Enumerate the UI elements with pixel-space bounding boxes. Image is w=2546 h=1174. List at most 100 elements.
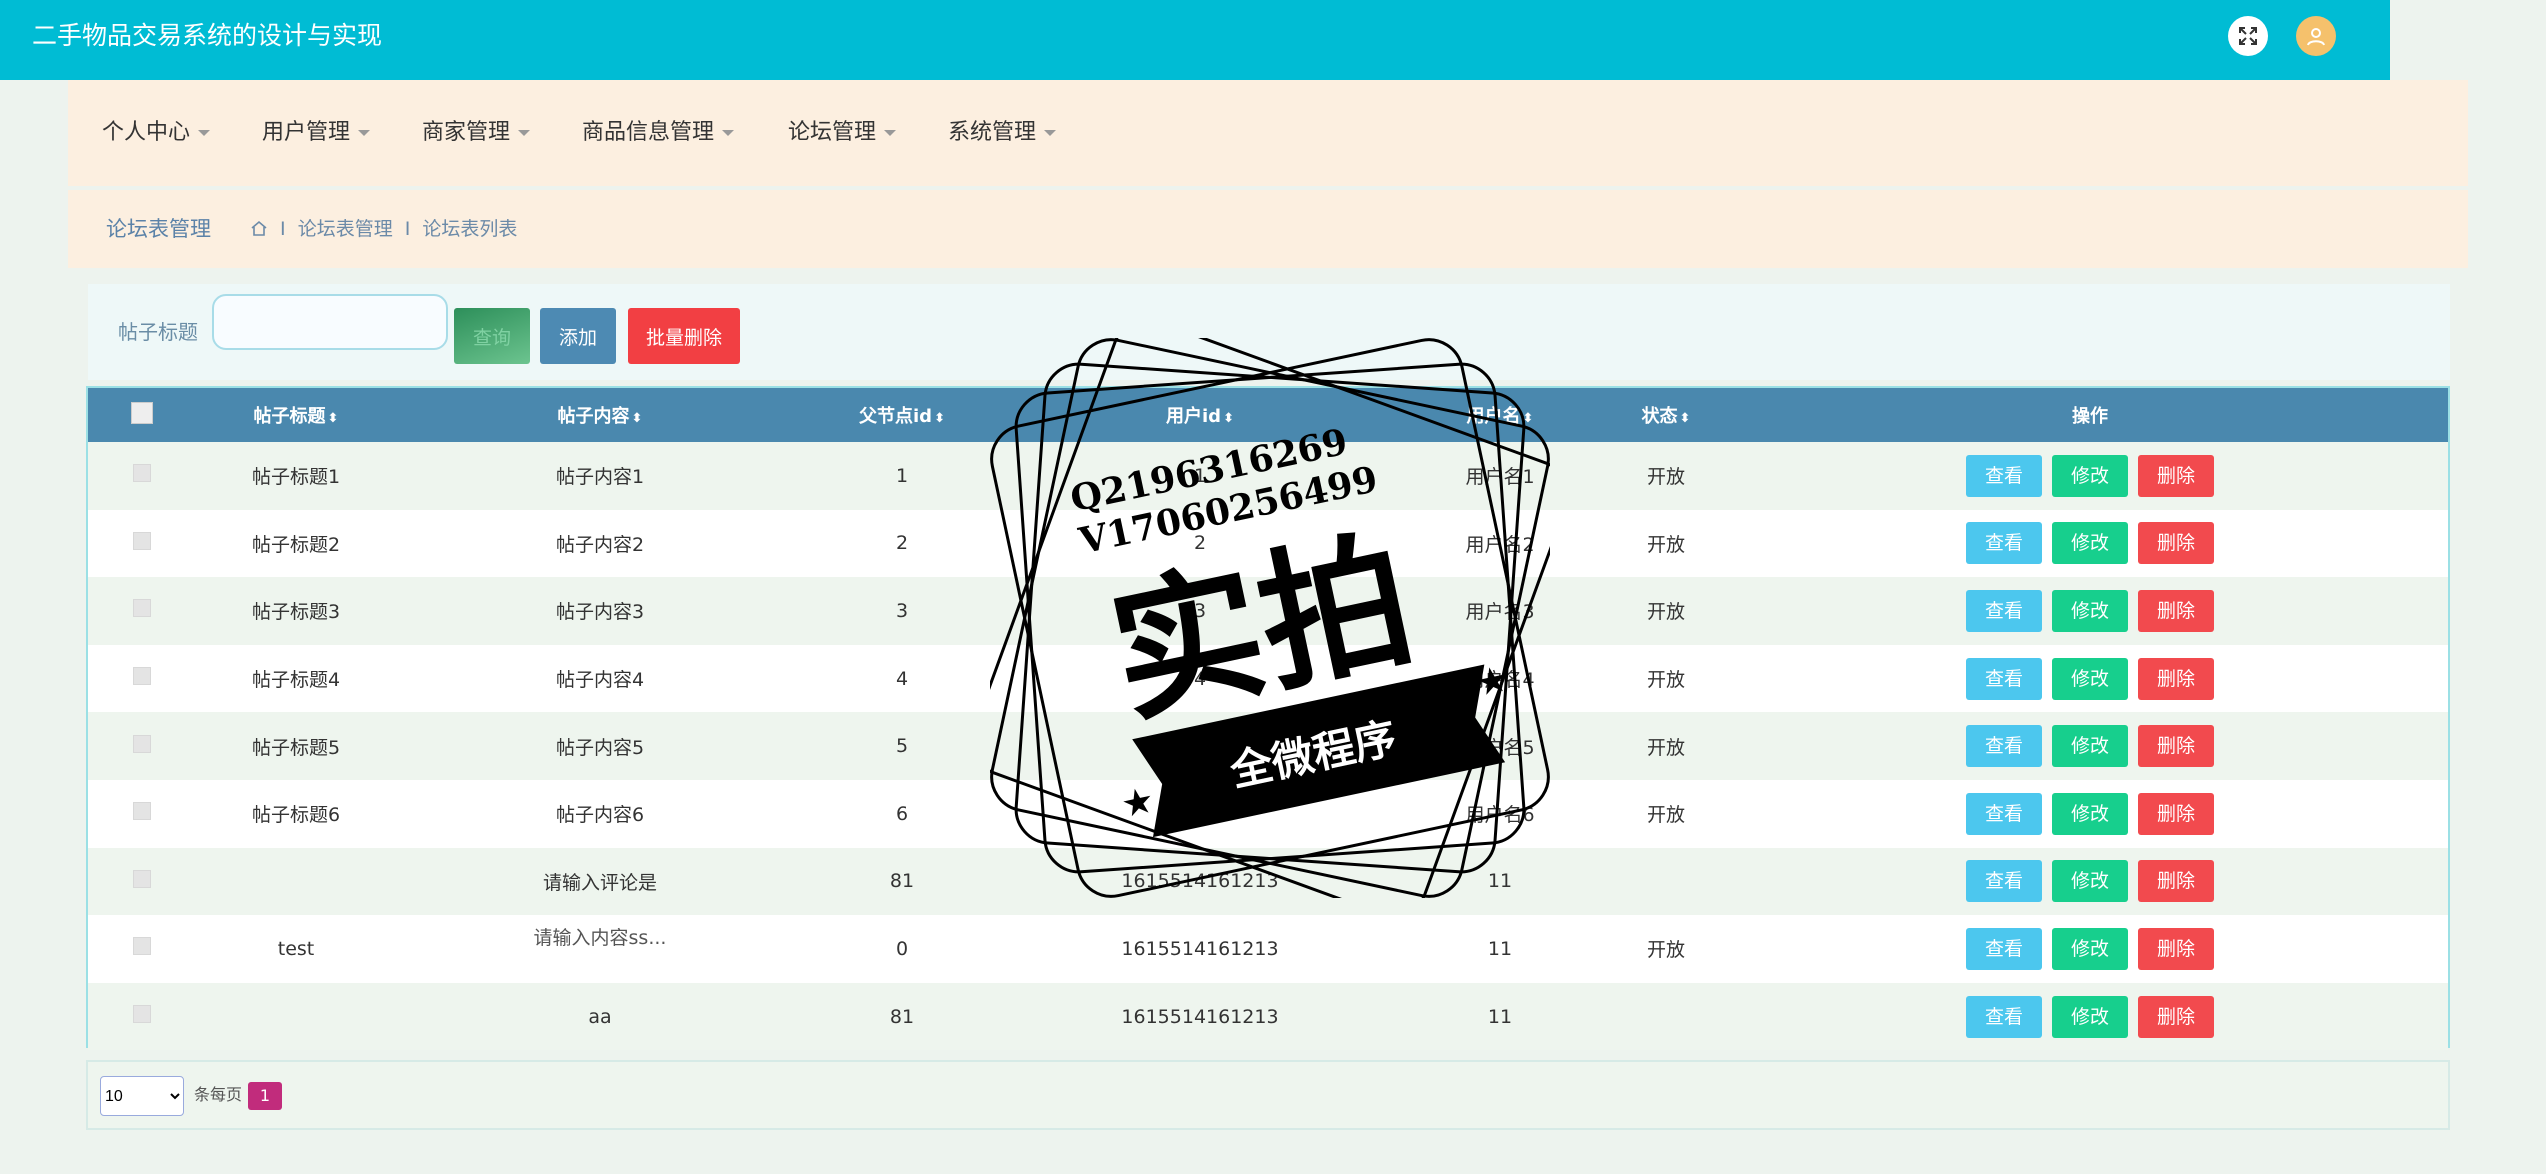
cell-username: 11 — [1487, 870, 1513, 893]
sort-icon[interactable]: ⬍ — [632, 411, 643, 426]
sort-icon[interactable]: ⬍ — [1223, 411, 1234, 426]
row-checkbox[interactable] — [133, 531, 151, 550]
row-checkbox[interactable] — [133, 1005, 151, 1024]
breadcrumb: I 论坛表管理 I 论坛表列表 — [250, 190, 523, 268]
row-checkbox[interactable] — [133, 802, 151, 821]
cell-username: 用户名2 — [1465, 533, 1535, 556]
row-select-cell[interactable] — [88, 915, 196, 983]
cell-status: 开放 — [1646, 669, 1685, 692]
cell-content: 请输入内容ss... — [396, 915, 804, 983]
column-header-title[interactable]: 帖子标题 ⬍ — [196, 388, 396, 442]
cell-actions: 查看 修改 删除 — [1732, 848, 2448, 916]
cell-user-id: 1615514161213 — [1121, 870, 1279, 893]
nav-item-personal-center[interactable]: 个人中心 — [102, 80, 211, 186]
table-row: 帖子标题5 帖子内容5 5 5 用户名5 开放 查看 修改 删除 — [88, 712, 2448, 780]
fullscreen-icon[interactable] — [2228, 16, 2268, 56]
column-header-username[interactable]: 用户名 ⬍ — [1400, 388, 1600, 442]
nav-item-product-management[interactable]: 商品信息管理 — [582, 80, 735, 186]
edit-button[interactable]: 修改 — [2052, 589, 2128, 632]
delete-button[interactable]: 删除 — [2138, 860, 2214, 903]
row-select-cell[interactable] — [88, 645, 196, 713]
delete-button[interactable]: 删除 — [2138, 454, 2214, 497]
column-header-content[interactable]: 帖子内容 ⬍ — [396, 388, 804, 442]
row-select-cell[interactable] — [88, 983, 196, 1051]
delete-button[interactable]: 删除 — [2138, 725, 2214, 768]
cell-content-text: 帖子内容3 — [555, 601, 645, 624]
cell-status: 开放 — [1646, 804, 1685, 827]
delete-button[interactable]: 删除 — [2138, 522, 2214, 565]
view-button[interactable]: 查看 — [1966, 995, 2042, 1038]
edit-button[interactable]: 修改 — [2052, 522, 2128, 565]
row-select-cell[interactable] — [88, 780, 196, 848]
nav-item-user-management[interactable]: 用户管理 — [262, 80, 371, 186]
row-checkbox[interactable] — [133, 599, 151, 618]
row-select-cell[interactable] — [88, 848, 196, 916]
delete-button[interactable]: 删除 — [2138, 589, 2214, 632]
nav-item-forum-management[interactable]: 论坛管理 — [788, 80, 897, 186]
batch-delete-button[interactable]: 批量删除 — [628, 308, 740, 364]
page-button-current[interactable]: 1 — [248, 1082, 282, 1110]
cell-title: 帖子标题1 — [251, 466, 341, 489]
row-select-cell[interactable] — [88, 577, 196, 645]
view-button[interactable]: 查看 — [1966, 860, 2042, 903]
row-checkbox[interactable] — [133, 667, 151, 686]
add-button[interactable]: 添加 — [540, 308, 616, 364]
view-button[interactable]: 查看 — [1966, 725, 2042, 768]
delete-button[interactable]: 删除 — [2138, 927, 2214, 970]
cell-content: 帖子内容5 — [396, 712, 804, 780]
sort-icon[interactable]: ⬍ — [1523, 411, 1534, 426]
sort-icon[interactable]: ⬍ — [1680, 411, 1691, 426]
row-checkbox[interactable] — [133, 937, 151, 956]
row-select-cell[interactable] — [88, 442, 196, 510]
edit-button[interactable]: 修改 — [2052, 454, 2128, 497]
row-checkbox[interactable] — [133, 734, 151, 753]
user-avatar-icon[interactable] — [2296, 16, 2336, 56]
cell-parent-id: 1 — [895, 464, 909, 487]
caret-down-icon — [358, 130, 371, 136]
cell-status — [1600, 848, 1732, 916]
cell-status: 开放 — [1646, 736, 1685, 759]
row-select-cell[interactable] — [88, 712, 196, 780]
search-label: 帖子标题 — [118, 320, 198, 344]
sort-icon[interactable]: ⬍ — [934, 411, 945, 426]
delete-button[interactable]: 删除 — [2138, 792, 2214, 835]
row-checkbox[interactable] — [133, 869, 151, 888]
view-button[interactable]: 查看 — [1966, 657, 2042, 700]
view-button[interactable]: 查看 — [1966, 792, 2042, 835]
edit-button[interactable]: 修改 — [2052, 927, 2128, 970]
cell-content: 帖子内容4 — [396, 645, 804, 713]
pagination: 10 条每页 1 — [86, 1060, 2450, 1130]
header-select-all[interactable] — [88, 388, 196, 442]
delete-button[interactable]: 删除 — [2138, 657, 2214, 700]
edit-button[interactable]: 修改 — [2052, 725, 2128, 768]
nav-item-merchant-management[interactable]: 商家管理 — [422, 80, 531, 186]
view-button[interactable]: 查看 — [1966, 454, 2042, 497]
cell-username: 11 — [1487, 1005, 1513, 1028]
search-button[interactable]: 查询 — [454, 308, 530, 364]
view-button[interactable]: 查看 — [1966, 589, 2042, 632]
column-header-user-id[interactable]: 用户id ⬍ — [1000, 388, 1400, 442]
cell-parent-id: 81 — [889, 1005, 915, 1028]
view-button[interactable]: 查看 — [1966, 927, 2042, 970]
edit-button[interactable]: 修改 — [2052, 657, 2128, 700]
column-header-status[interactable]: 状态 ⬍ — [1600, 388, 1732, 442]
search-input[interactable] — [212, 294, 448, 350]
nav-item-system-management[interactable]: 系统管理 — [948, 80, 1057, 186]
cell-actions: 查看 修改 删除 — [1732, 712, 2448, 780]
edit-button[interactable]: 修改 — [2052, 860, 2128, 903]
home-icon[interactable] — [250, 218, 274, 240]
select-all-checkbox[interactable] — [131, 401, 153, 424]
row-select-cell[interactable] — [88, 510, 196, 578]
cell-user-id: 1615514161213 — [1121, 1005, 1279, 1028]
row-checkbox[interactable] — [133, 464, 151, 483]
view-button[interactable]: 查看 — [1966, 522, 2042, 565]
page-size-select[interactable]: 10 — [100, 1076, 184, 1116]
edit-button[interactable]: 修改 — [2052, 995, 2128, 1038]
sort-icon[interactable]: ⬍ — [328, 411, 339, 426]
cell-content: 帖子内容3 — [396, 577, 804, 645]
caret-down-icon — [198, 130, 211, 136]
breadcrumb-item-forum[interactable]: 论坛表管理 — [298, 218, 393, 240]
edit-button[interactable]: 修改 — [2052, 792, 2128, 835]
column-header-parent-id[interactable]: 父节点id ⬍ — [804, 388, 1000, 442]
delete-button[interactable]: 删除 — [2138, 995, 2214, 1038]
